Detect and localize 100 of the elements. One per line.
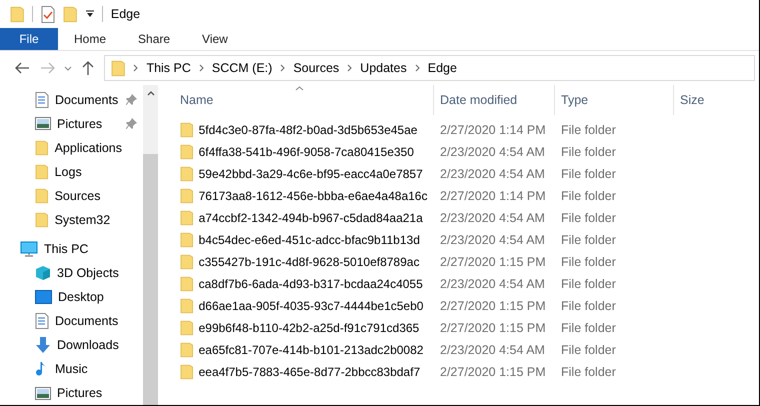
ribbon-tab[interactable]: Home [58,28,122,50]
file-row[interactable]: b4c54dec-e6ed-451c-adcc-bfac9b11b13d 2/23/2020 4:54 AM File folder [170,229,759,251]
type-cell-text: File folder [560,277,617,291]
date-cell-text: 2/27/2020 1:15 PM [439,299,547,313]
document-icon [35,313,49,330]
sidebar-item[interactable]: Documents [0,309,143,334]
sidebar-label: Applications [54,140,122,155]
type-cell-text: File folder [560,189,617,203]
file-name: d66ae1aa-905f-4035-93c7-4444be1c5eb0 [198,299,424,313]
date-cell-text: 2/23/2020 4:54 AM [439,145,546,159]
sidebar-item[interactable]: 3D Objects [0,261,143,286]
file-row[interactable]: 59e42bbd-3a29-4c6e-bf95-eacc4a0e7857 2/23/2020 4:54 AM File folder [170,163,759,185]
desktop-icon [35,290,52,304]
folder-icon [111,60,126,76]
column-header[interactable]: Date modified [433,85,554,115]
sidebar-item[interactable]: Logs [0,160,143,184]
sidebar-label: System32 [54,212,110,227]
date-cell-text: 2/27/2020 1:15 PM [439,255,547,269]
folder-icon [180,254,194,270]
breadcrumb[interactable]: Edge [428,61,457,75]
sidebar-item[interactable]: System32 [0,208,143,232]
picture-icon [35,386,51,400]
sidebar-label: Logs [54,164,82,179]
folder-icon [35,140,49,156]
date-cell-text: 2/23/2020 4:54 AM [439,167,546,181]
window-title: Edge [110,7,140,21]
properties-icon[interactable] [41,6,56,22]
folder-icon [63,6,78,22]
sidebar-item[interactable]: This PC [0,238,143,262]
type-cell-text: File folder [560,343,617,357]
sidebar-label: Sources [54,188,100,203]
sidebar-item[interactable]: Sources [0,184,143,208]
file-name: 59e42bbd-3a29-4c6e-bf95-eacc4a0e7857 [198,167,423,181]
column-header[interactable]: Size [673,85,753,115]
file-row[interactable]: c355427b-191c-4d8f-9628-5010ef8789ac 2/27/2020 1:15 PM File folder [170,251,759,273]
breadcrumb[interactable]: Updates [360,61,407,75]
music-note-icon [35,361,49,378]
sidebar-item[interactable]: Applications [0,136,143,160]
date-cell-text: 2/23/2020 4:54 AM [439,343,546,357]
type-cell-text: File folder [560,365,617,379]
sidebar-label: Downloads [57,338,119,352]
file-row[interactable]: a74ccbf2-1342-494b-b967-c5dad84aa21a 2/23/2020 4:54 AM File folder [170,207,759,229]
ribbon-tab[interactable]: Share [122,28,186,50]
file-row[interactable]: e99b6f48-b110-42b2-a25d-f91c791cd365 2/27/2020 1:15 PM File folder [170,317,759,339]
sidebar-label: Documents [55,314,118,328]
breadcrumb[interactable]: This PC [146,61,191,75]
folder-icon [180,232,194,248]
file-name: eea4f7b5-7883-465e-8d77-2bbcc83bdaf7 [198,365,420,379]
file-name: a74ccbf2-1342-494b-b967-c5dad84aa21a [198,211,423,225]
file-row[interactable]: 6f4ffa38-541b-496f-9058-7ca80415e350 2/23/2020 4:54 AM File folder [170,141,759,163]
file-row[interactable]: ea65fc81-707e-414b-b101-213adc2b0082 2/23/2020 4:54 AM File folder [170,339,759,361]
ribbon-tab[interactable]: View [186,28,244,50]
scrollbar-thumb[interactable] [143,154,158,405]
sort-caret-icon[interactable] [295,86,304,91]
sidebar-label: Pictures [57,116,102,131]
column-header[interactable]: Name [170,85,433,115]
scroll-up-icon[interactable] [146,91,154,96]
breadcrumb[interactable]: Sources [293,61,340,75]
download-icon [35,337,51,354]
sidebar-item[interactable]: Downloads [0,333,143,358]
sidebar-label: Music [55,362,88,376]
type-cell-text: File folder [560,167,617,181]
sidebar-label: 3D Objects [57,266,119,280]
scrollbar[interactable] [143,85,158,405]
type-cell-text: File folder [560,233,617,247]
date-cell-text: 2/27/2020 1:14 PM [439,123,547,137]
chevron-icon [280,64,286,72]
type-cell-text: File folder [560,299,617,313]
sidebar-label: Desktop [58,290,104,304]
file-row[interactable]: ca8df7b6-6ada-4d93-b317-bcdaa24c4055 2/23/2020 4:54 AM File folder [170,273,759,295]
address-bar[interactable]: This PC SCCM (E:) Sources Updates Edge [104,55,755,81]
column-header[interactable]: Type [554,85,673,115]
chevron-icon [414,64,420,72]
date-cell-text: 2/27/2020 1:14 PM [439,189,547,203]
sidebar-item[interactable]: Documents [0,88,143,112]
recent-locations-icon[interactable] [64,66,72,70]
sidebar-item[interactable]: Pictures [0,112,143,136]
folder-icon [180,298,194,314]
date-cell-text: 2/23/2020 4:54 AM [439,277,546,291]
type-cell-text: File folder [560,211,617,225]
file-row[interactable]: 76173aa8-1612-456e-bbba-e6ae4a48a16c 2/27/2020 1:14 PM File folder [170,185,759,207]
file-name: 5fd4c3e0-87fa-48f2-b0ad-3d5b653e45ae [198,123,418,137]
breadcrumb[interactable]: SCCM (E:) [212,61,272,75]
file-row[interactable]: 5fd4c3e0-87fa-48f2-b0ad-3d5b653e45ae 2/27/2020 1:14 PM File folder [170,119,759,141]
file-row[interactable]: eea4f7b5-7883-465e-8d77-2bbcc83bdaf7 2/27/2020 1:15 PM File folder [170,361,759,383]
sidebar-item[interactable]: Desktop [0,285,143,310]
picture-icon [35,117,51,130]
type-cell-text: File folder [560,145,617,159]
folder-icon [180,364,194,380]
file-name: c355427b-191c-4d8f-9628-5010ef8789ac [198,255,420,269]
type-cell-text: File folder [560,321,617,335]
cube-icon [35,265,51,282]
sidebar-item[interactable]: Pictures [0,381,143,405]
file-row[interactable]: d66ae1aa-905f-4035-93c7-4444be1c5eb0 2/27/2020 1:15 PM File folder [170,295,759,317]
dropdown-icon[interactable] [86,10,94,18]
sidebar-item[interactable]: Music [0,357,143,382]
ribbon-tab[interactable]: File [0,28,58,50]
folder-icon [180,320,194,336]
chevron-icon [198,64,204,72]
folder-icon [180,144,194,160]
